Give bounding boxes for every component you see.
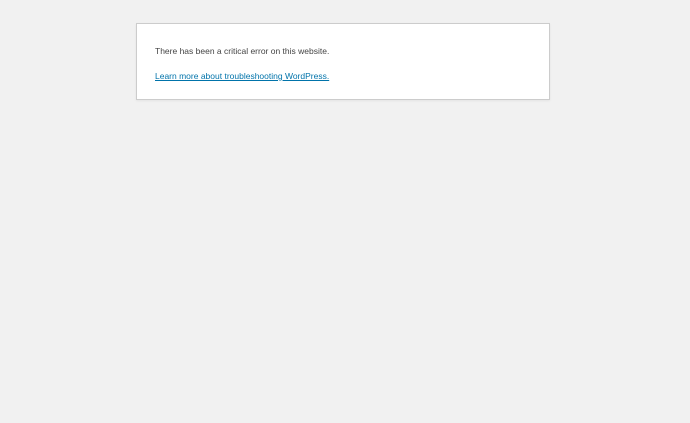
critical-error-message: There has been a critical error on this … xyxy=(155,46,330,56)
error-message-box: There has been a critical error on this … xyxy=(136,23,550,100)
troubleshooting-help-link[interactable]: Learn more about troubleshooting WordPre… xyxy=(155,70,329,83)
